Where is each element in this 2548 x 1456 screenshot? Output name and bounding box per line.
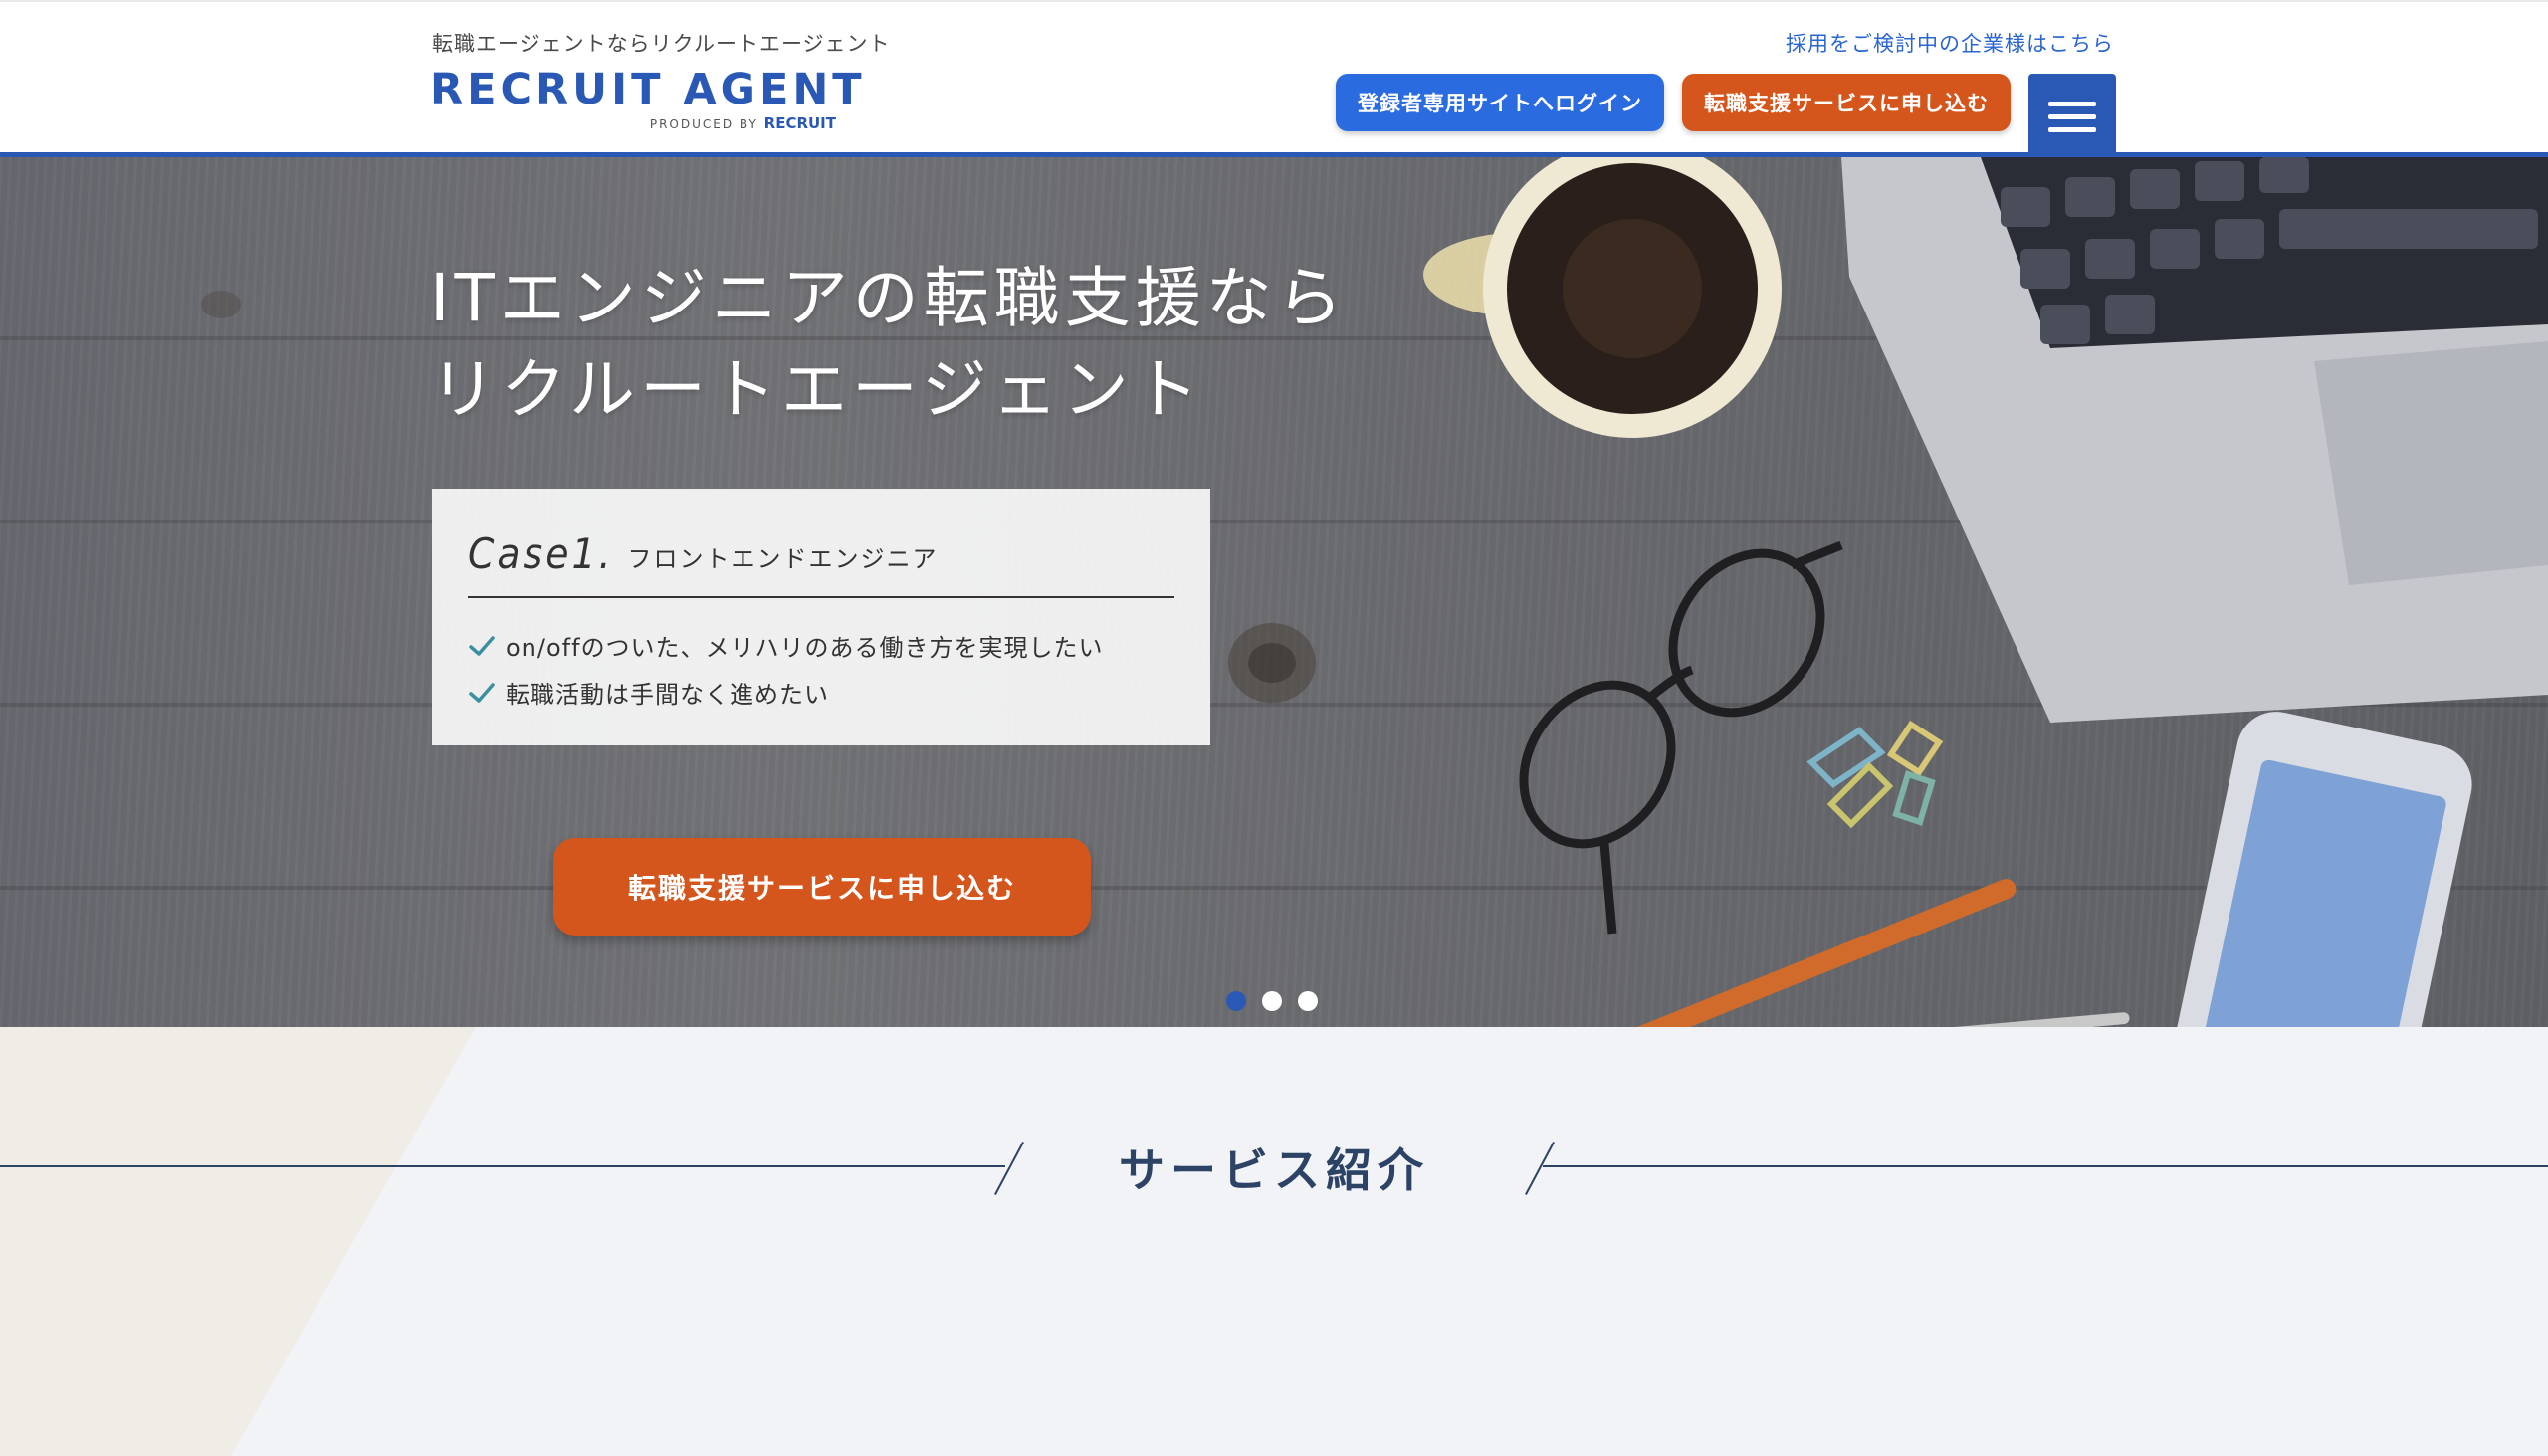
menu-bar — [2048, 101, 2096, 106]
hero-carousel: ITエンジニアの転職支援なら リクルートエージェント Case1. フロントエン… — [0, 157, 2548, 1027]
header-tagline: 転職エージェントならリクルートエージェント — [432, 32, 891, 56]
site-header: 転職エージェントならリクルートエージェント RECRUIT AGENT PROD… — [0, 0, 2548, 159]
laptop-icon — [1841, 157, 2548, 723]
case-point-text: on/offのついた、メリハリのある働き方を実現したい — [506, 634, 1104, 662]
carousel-dot-1[interactable] — [1226, 991, 1246, 1011]
logo-sub-brand: RECRUIT — [763, 114, 836, 132]
case-number: Case1. — [468, 529, 614, 578]
decorative-background-shape — [0, 1027, 476, 1456]
carousel-dot-3[interactable] — [1298, 991, 1318, 1011]
carousel-dot-2[interactable] — [1262, 991, 1282, 1011]
hero-apply-button[interactable]: 転職支援サービスに申し込む — [553, 838, 1091, 936]
menu-bar — [2048, 113, 2096, 119]
menu-bar — [2048, 126, 2096, 132]
hamburger-menu-icon[interactable] — [2028, 74, 2116, 159]
corporate-inquiry-link[interactable]: 採用をご検討中の企業様はこちら — [1786, 28, 2114, 58]
glasses-icon — [1519, 540, 1843, 935]
case-role: フロントエンドエンジニア — [627, 545, 939, 573]
case-point: on/offのついた、メリハリのある働き方を実現したい — [468, 622, 1174, 669]
login-button[interactable]: 登録者専用サイトへログイン — [1336, 74, 1664, 131]
recruit-agent-logo[interactable]: RECRUIT AGENT PRODUCED BY RECRUIT — [430, 66, 862, 137]
hero-title: ITエンジニアの転職支援なら リクルートエージェント — [430, 253, 1348, 436]
pens-icon — [1626, 879, 2130, 1027]
case-points: on/offのついた、メリハリのある働き方を実現したい 転職活動は手間なく進めた… — [468, 598, 1174, 716]
case-point-text: 転職活動は手間なく進めたい — [506, 681, 829, 709]
logo-sub-prefix: PRODUCED BY — [649, 117, 758, 131]
coffee-cup-icon — [1423, 157, 1782, 438]
logo-produced-by: PRODUCED BY RECRUIT — [650, 114, 836, 132]
services-title: サービス紹介 — [1119, 1144, 1429, 1197]
hero-title-line2: リクルートエージェント — [430, 351, 1204, 428]
checkmark-icon — [469, 635, 495, 656]
carousel-dots — [1226, 991, 1318, 1011]
smartphone-icon — [2166, 712, 2472, 1027]
logo-text: RECRUIT AGENT — [430, 65, 866, 114]
services-section: サービス紹介 — [0, 1027, 2548, 1456]
case-card: Case1. フロントエンドエンジニア on/offのついた、メリハリのある働き… — [432, 489, 1210, 745]
hero-title-line1: ITエンジニアの転職支援なら — [430, 260, 1348, 336]
apply-service-button[interactable]: 転職支援サービスに申し込む — [1682, 74, 2011, 131]
case-point: 転職活動は手間なく進めたい — [468, 669, 1174, 716]
case-header: Case1. フロントエンドエンジニア — [468, 489, 1174, 598]
checkmark-icon — [469, 682, 495, 703]
paper-clips-icon — [1806, 720, 1944, 829]
